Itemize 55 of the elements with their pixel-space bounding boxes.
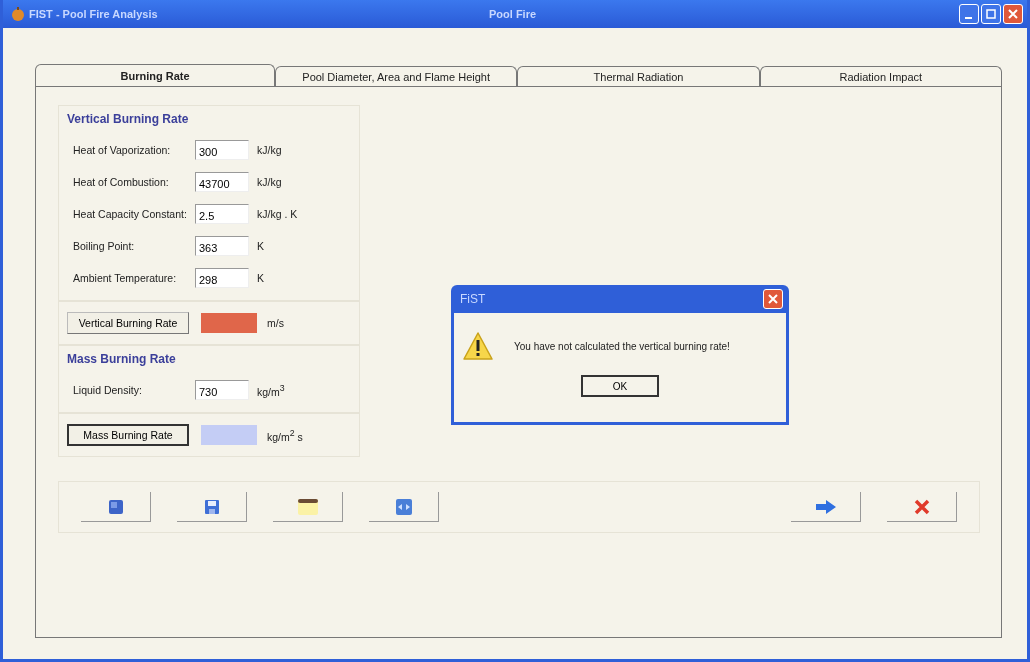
unit-label: kJ/kg <box>257 144 282 156</box>
toolbar-button[interactable] <box>369 492 439 522</box>
group-title: Vertical Burning Rate <box>67 112 190 128</box>
window-subtitle: Pool Fire <box>489 8 538 20</box>
close-icon <box>913 498 930 515</box>
input-field[interactable]: 730 <box>195 380 249 400</box>
save-icon <box>203 498 220 515</box>
window-icon <box>394 497 413 516</box>
toolbar-button[interactable] <box>177 492 247 522</box>
ok-button[interactable]: OK <box>581 375 659 397</box>
input-field[interactable]: 300 <box>195 140 249 160</box>
calculate-button[interactable]: Mass Burning Rate <box>67 424 189 446</box>
minimize-button[interactable] <box>959 4 979 24</box>
notepad-icon <box>296 497 319 516</box>
input-field[interactable]: 298 <box>195 268 249 288</box>
maximize-button[interactable] <box>981 4 1001 24</box>
maximize-icon <box>986 9 996 19</box>
input-field[interactable]: 363 <box>195 236 249 256</box>
unit-label: kg/m$^{3}$ <box>257 382 285 398</box>
minimize-icon <box>964 17 972 19</box>
tab[interactable]: Pool Diameter, Area and Flame Height <box>275 66 518 86</box>
toolbar-button[interactable] <box>791 492 861 522</box>
field-label: Liquid Density: <box>73 384 143 396</box>
toolbar-button[interactable] <box>81 492 151 522</box>
field-label: Heat of Vaporization: <box>73 144 172 156</box>
close-icon <box>1008 9 1018 19</box>
input-field[interactable]: 2.5 <box>195 204 249 224</box>
field-label: Ambient Temperature: <box>73 272 178 284</box>
close-button[interactable] <box>1003 4 1023 24</box>
tab[interactable]: Thermal Radiation <box>517 66 760 86</box>
tab[interactable]: Radiation Impact <box>759 66 1002 86</box>
close-button[interactable] <box>763 289 783 309</box>
unit-label: kg/m$^{2}$ s <box>267 427 303 443</box>
app-icon <box>11 7 25 21</box>
field-label: Heat of Combustion: <box>73 176 170 188</box>
input-field[interactable]: 43700 <box>195 172 249 192</box>
unit-label: K <box>257 272 264 284</box>
toolbar-button[interactable] <box>887 492 957 522</box>
square-icon <box>107 498 124 515</box>
unit-label: m/s <box>267 317 284 329</box>
dialog-title: FiST <box>460 292 486 306</box>
calculate-button[interactable]: Vertical Burning Rate <box>67 312 189 334</box>
unit-label: K <box>257 240 264 252</box>
dialog-message: You have not calculated the vertical burning rate! <box>514 340 730 352</box>
toolbar-button[interactable] <box>273 492 343 522</box>
unit-label: kJ/kg <box>257 176 282 188</box>
close-icon <box>768 294 778 304</box>
tab[interactable]: Burning Rate <box>35 64 275 86</box>
unit-label: kJ/kg . K <box>257 208 298 220</box>
arrow-right-icon <box>814 498 837 515</box>
field-label: Boiling Point: <box>73 240 136 252</box>
group-title: Mass Burning Rate <box>67 352 177 368</box>
window-title: FIST - Pool Fire Analysis <box>29 8 159 20</box>
field-label: Heat Capacity Constant: <box>73 208 188 220</box>
warning-icon <box>462 331 494 361</box>
